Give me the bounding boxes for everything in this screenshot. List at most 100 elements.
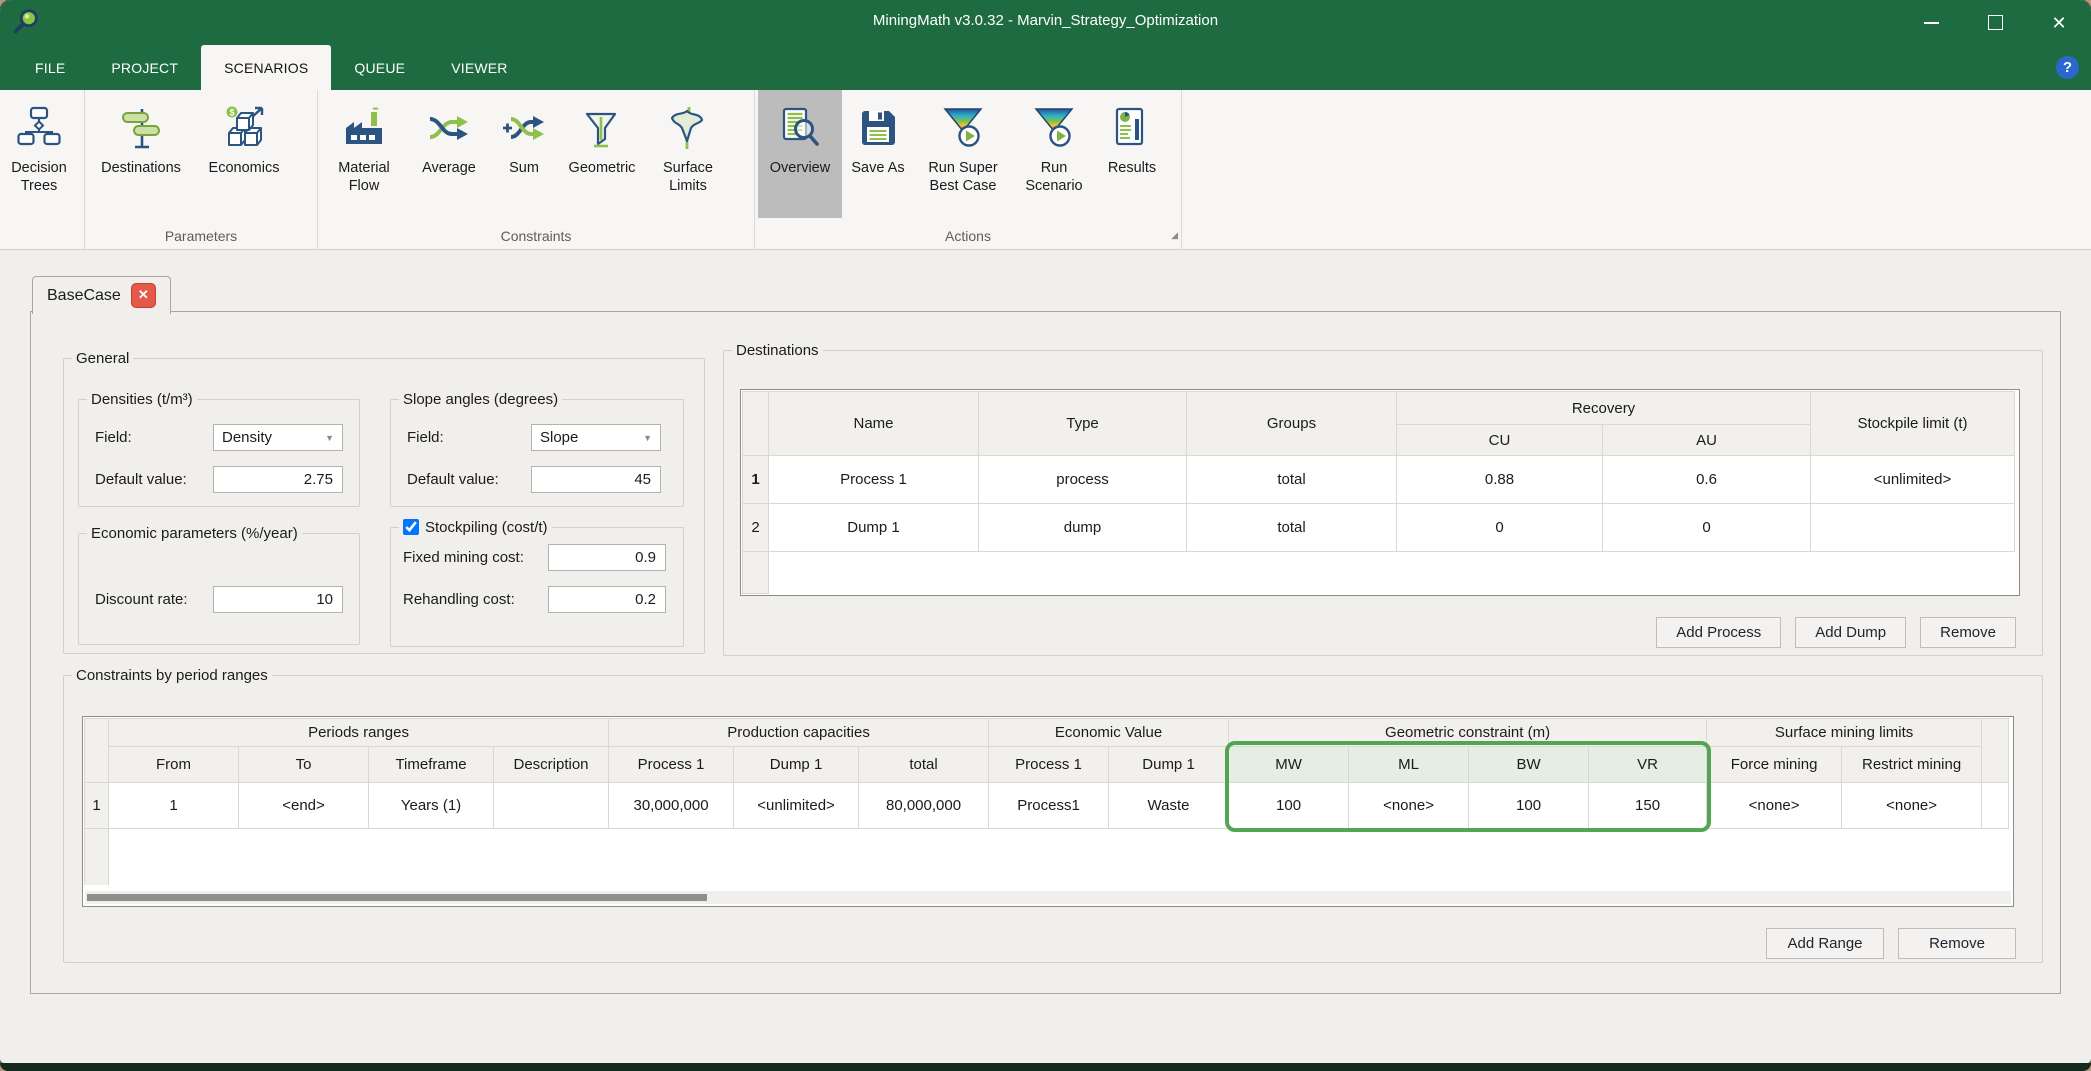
col-header-cu[interactable]: CU bbox=[1396, 424, 1603, 456]
cell-restrict-mining[interactable]: <none> bbox=[1841, 782, 1983, 829]
cell-type[interactable]: process bbox=[978, 455, 1187, 504]
densities-default-input[interactable] bbox=[213, 466, 343, 493]
stockpiling-legend: Stockpiling (cost/t) bbox=[399, 519, 552, 536]
add-dump-button[interactable]: Add Dump bbox=[1795, 617, 1907, 648]
cell-prod-total[interactable]: 80,000,000 bbox=[858, 782, 990, 829]
cell-stockpile-limit[interactable] bbox=[1810, 503, 2016, 552]
toolbar-button-decision-trees[interactable]: Decision Trees bbox=[3, 90, 75, 218]
stockpiling-checkbox[interactable] bbox=[403, 519, 419, 535]
cell-mw[interactable]: 100 bbox=[1228, 782, 1350, 829]
toolbar-button-surface-limits[interactable]: Surface Limits bbox=[647, 90, 729, 218]
col-header-vr[interactable]: VR bbox=[1588, 746, 1708, 783]
cell-ml[interactable]: <none> bbox=[1348, 782, 1470, 829]
cell-prod-dump1[interactable]: <unlimited> bbox=[733, 782, 860, 829]
slope-default-input[interactable] bbox=[531, 466, 661, 493]
toolbar-button-economics[interactable]: $ Economics bbox=[194, 90, 294, 218]
cell-stockpile-limit[interactable]: <unlimited> bbox=[1810, 455, 2016, 504]
menu-scenarios[interactable]: SCENARIOS bbox=[201, 45, 332, 90]
toolbar-button-sum[interactable]: Sum bbox=[491, 90, 557, 218]
cell-bw[interactable]: 100 bbox=[1468, 782, 1590, 829]
add-range-button[interactable]: Add Range bbox=[1766, 928, 1884, 959]
cell-from[interactable]: 1 bbox=[108, 782, 239, 829]
cell-to[interactable]: <end> bbox=[238, 782, 369, 829]
cell-description[interactable] bbox=[492, 782, 610, 829]
minimize-button[interactable] bbox=[1899, 0, 1963, 45]
col-header-to[interactable]: To bbox=[238, 746, 369, 783]
chevron-down-icon: ▼ bbox=[643, 432, 652, 443]
economic-legend: Economic parameters (%/year) bbox=[91, 525, 298, 542]
cell-au[interactable]: 0 bbox=[1601, 503, 1812, 552]
col-header-ml[interactable]: ML bbox=[1348, 746, 1470, 783]
toolbar-button-run-scenario[interactable]: Run Scenario bbox=[1012, 90, 1096, 218]
col-header-mw[interactable]: MW bbox=[1228, 746, 1350, 783]
actions-dialog-launcher-icon[interactable]: ◢ bbox=[1171, 230, 1178, 241]
row-header[interactable]: 1 bbox=[84, 782, 109, 829]
col-header-recovery[interactable]: Recovery bbox=[1395, 391, 1812, 425]
tab-close-icon[interactable]: ✕ bbox=[130, 283, 156, 308]
toolbar-button-geometric[interactable]: Geometric bbox=[557, 90, 647, 218]
cell-name[interactable]: Process 1 bbox=[768, 455, 979, 504]
col-header-restrict-mining[interactable]: Restrict mining bbox=[1841, 746, 1983, 783]
col-header-stockpile[interactable]: Stockpile limit (t) bbox=[1810, 391, 2016, 456]
row-header[interactable]: 2 bbox=[742, 503, 769, 552]
cell-groups[interactable]: total bbox=[1186, 455, 1397, 504]
remove-destination-button[interactable]: Remove bbox=[1920, 617, 2016, 648]
cell-name[interactable]: Dump 1 bbox=[768, 503, 979, 552]
toolbar-button-save-as[interactable]: Save As bbox=[842, 90, 914, 218]
cell-cu[interactable]: 0 bbox=[1396, 503, 1603, 552]
col-header-prod-total[interactable]: total bbox=[858, 746, 990, 783]
col-header-bw[interactable]: BW bbox=[1468, 746, 1590, 783]
toolbar-button-destinations[interactable]: Destinations bbox=[88, 90, 194, 218]
slope-field-dropdown[interactable]: Slope ▼ bbox=[531, 424, 661, 451]
toolbar-button-results[interactable]: Results bbox=[1096, 90, 1168, 218]
cell-ev-dump1[interactable]: Waste bbox=[1108, 782, 1230, 829]
col-header-prod-process1[interactable]: Process 1 bbox=[608, 746, 735, 783]
toolbar-button-material-flow[interactable]: Material Flow bbox=[321, 90, 407, 218]
menu-queue[interactable]: QUEUE bbox=[331, 45, 428, 90]
menu-viewer[interactable]: VIEWER bbox=[428, 45, 530, 90]
add-process-button[interactable]: Add Process bbox=[1656, 617, 1782, 648]
cell-cu[interactable]: 0.88 bbox=[1396, 455, 1603, 504]
rehandling-cost-input[interactable] bbox=[548, 586, 666, 613]
col-header-timeframe[interactable]: Timeframe bbox=[368, 746, 494, 783]
maximize-button[interactable] bbox=[1963, 0, 2027, 45]
col-header-name[interactable]: Name bbox=[768, 391, 979, 456]
cell-groups[interactable]: total bbox=[1186, 503, 1397, 552]
remove-range-button[interactable]: Remove bbox=[1898, 928, 2016, 959]
toolbar-button-overview[interactable]: Overview bbox=[758, 90, 842, 218]
scrollbar-thumb[interactable] bbox=[87, 894, 707, 901]
horizontal-scrollbar[interactable] bbox=[85, 891, 2011, 904]
col-header-force-mining[interactable]: Force mining bbox=[1706, 746, 1843, 783]
col-header-ev-dump1[interactable]: Dump 1 bbox=[1108, 746, 1230, 783]
close-button[interactable]: ✕ bbox=[2027, 0, 2091, 45]
menu-file[interactable]: FILE bbox=[12, 45, 88, 90]
toolbar-button-average[interactable]: Average bbox=[407, 90, 491, 218]
cell-prod-process1[interactable]: 30,000,000 bbox=[608, 782, 735, 829]
cell-au[interactable]: 0.6 bbox=[1601, 455, 1812, 504]
cell-force-mining[interactable]: <none> bbox=[1706, 782, 1843, 829]
cell-ev-process1[interactable]: Process1 bbox=[988, 782, 1110, 829]
fixed-mining-cost-input[interactable] bbox=[548, 544, 666, 571]
discount-rate-input[interactable] bbox=[213, 586, 343, 613]
cell-vr[interactable]: 150 bbox=[1588, 782, 1708, 829]
toolbar-button-run-super-best-case[interactable]: Run Super Best Case bbox=[914, 90, 1012, 218]
col-header-from[interactable]: From bbox=[108, 746, 239, 783]
col-header-au[interactable]: AU bbox=[1601, 424, 1812, 456]
col-header-ev-process1[interactable]: Process 1 bbox=[988, 746, 1110, 783]
col-header-prod-dump1[interactable]: Dump 1 bbox=[733, 746, 860, 783]
help-icon[interactable]: ? bbox=[2056, 56, 2079, 79]
row-header[interactable]: 1 bbox=[742, 455, 769, 504]
cell-type[interactable]: dump bbox=[978, 503, 1187, 552]
funnel-icon bbox=[577, 100, 627, 156]
col-header-groups[interactable]: Groups bbox=[1186, 391, 1397, 456]
col-header-description[interactable]: Description bbox=[492, 746, 610, 783]
fixed-mining-cost-label: Fixed mining cost: bbox=[403, 549, 524, 566]
densities-field-dropdown[interactable]: Density ▼ bbox=[213, 424, 343, 451]
tab-basecase[interactable]: BaseCase ✕ bbox=[32, 276, 171, 314]
col-header-type[interactable]: Type bbox=[978, 391, 1187, 456]
empty-row bbox=[742, 551, 2015, 594]
menu-project[interactable]: PROJECT bbox=[88, 45, 201, 90]
cell-timeframe[interactable]: Years (1) bbox=[368, 782, 494, 829]
group-header-periods: Periods ranges bbox=[107, 718, 610, 747]
destinations-row: 1 Process 1 process total 0.88 0.6 <unli… bbox=[742, 455, 2016, 504]
